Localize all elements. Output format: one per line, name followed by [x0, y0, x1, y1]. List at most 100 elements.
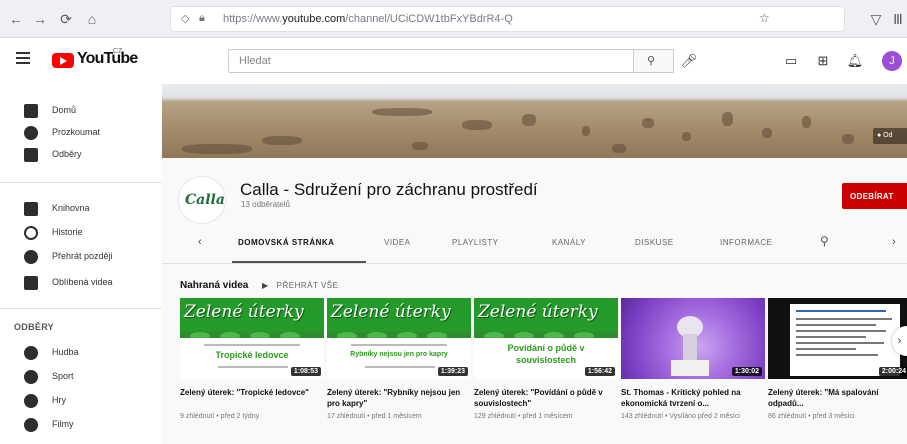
films-channel-icon — [24, 418, 38, 432]
uploads-section-title[interactable]: Nahraná videa — [180, 280, 248, 291]
tab-channels[interactable]: KANÁLY — [552, 238, 586, 247]
microphone-icon[interactable]: 🎤︎ — [680, 52, 698, 70]
video-title[interactable]: Zelený úterek: "Má spalování odpadů... — [768, 387, 907, 409]
subscribe-button[interactable]: ODEBÍRAT — [842, 183, 907, 209]
logo-region-label: CZ — [113, 48, 123, 55]
channel-avatar[interactable]: Calla — [178, 176, 226, 224]
games-channel-icon — [24, 394, 38, 408]
sidebar-item-label: Oblíbená videa — [52, 277, 113, 287]
bookmark-star-icon[interactable]: ☆ — [759, 11, 770, 25]
tabs-scroll-left-icon[interactable]: ‹ — [198, 236, 202, 248]
back-arrow-icon[interactable]: ← — [6, 9, 26, 29]
thumbs-up-icon — [24, 276, 38, 290]
youtube-header: YouTube CZ Hledat ⚲ 🎤︎ ▭ ⊞ 🔔︎ J — [0, 38, 907, 84]
lock-icon: 🔒︎ — [199, 12, 205, 24]
thumbnail-title: Zelené úterky — [184, 302, 304, 322]
sidebar-item-label: Hry — [52, 395, 66, 405]
play-icon: ▶ — [262, 281, 269, 290]
channel-search-icon[interactable]: ⚲ — [820, 234, 829, 248]
tab-videos[interactable]: VIDEA — [384, 238, 411, 247]
video-title[interactable]: Zelený úterek: "Povídání o půdě v souvis… — [474, 387, 616, 409]
subscriber-count: 13 odběratelů — [241, 200, 290, 209]
sidebar-item-label: Knihovna — [52, 203, 90, 213]
video-title[interactable]: St. Thomas - Kritický pohled na ekonomic… — [621, 387, 763, 409]
url-text: https://www.youtube.com/channel/UCiCDW1t… — [223, 13, 513, 25]
video-thumbnail[interactable]: Zelené úterky Povídání o půdě v souvislo… — [474, 298, 618, 379]
play-all-button[interactable]: ▶ PŘEHRÁT VŠE — [262, 281, 338, 290]
library-icon — [24, 202, 38, 216]
thumbnail-title: Zelené úterky — [478, 302, 598, 322]
play-all-label: PŘEHRÁT VŠE — [276, 281, 339, 290]
thumbnail-subtitle: Rybníky nejsou jen pro kapry — [350, 351, 448, 358]
sidebar-item-label: Hudba — [52, 347, 79, 357]
tab-about[interactable]: INFORMACE — [720, 238, 773, 247]
sidebar-item-watch-later[interactable]: Přehrát později — [0, 244, 162, 272]
banner-link-button[interactable]: ● Od — [873, 128, 907, 144]
browser-toolbar: ← → ⟳ ⌂ ◇ 🔒︎ https://www.youtube.com/cha… — [0, 0, 907, 38]
address-bar[interactable]: ◇ 🔒︎ https://www.youtube.com/channel/UCi… — [170, 6, 845, 32]
home-icon[interactable]: ⌂ — [82, 9, 102, 29]
sidebar-item-liked-videos[interactable]: Oblíbená videa — [0, 270, 162, 298]
video-duration: 1:08:53 — [290, 367, 321, 376]
history-icon — [24, 226, 38, 240]
channel-logo-text: Calla — [185, 192, 225, 208]
thumbnail-subtitle: Tropické ledovce — [215, 350, 289, 360]
sidebar-item-label: Prozkoumat — [52, 127, 101, 137]
tab-playlists[interactable]: PLAYLISTY — [452, 238, 499, 247]
tabs-scroll-right-icon[interactable]: › — [892, 236, 896, 248]
video-meta: 9 zhlédnutí • před 2 týdny — [180, 413, 260, 420]
notifications-bell-icon[interactable]: 🔔︎ — [846, 52, 864, 70]
subscriptions-heading: ODBĚRY — [14, 322, 54, 332]
video-duration: 1:39:23 — [437, 367, 468, 376]
reload-icon[interactable]: ⟳ — [56, 9, 76, 29]
sport-channel-icon — [24, 370, 38, 384]
video-thumbnail[interactable]: Zelené úterky Rybníky nejsou jen pro kap… — [327, 298, 471, 379]
video-duration: 1:30:02 — [731, 367, 762, 376]
thumbnail-title: Zelené úterky — [331, 302, 451, 322]
hamburger-menu-icon[interactable] — [16, 52, 30, 64]
channel-banner — [162, 84, 907, 158]
avatar[interactable]: J — [882, 51, 902, 71]
youtube-logo-icon[interactable] — [52, 53, 74, 68]
video-thumbnail[interactable]: 2:00:24 — [768, 298, 907, 379]
video-duration: 1:56:42 — [584, 367, 615, 376]
tab-home[interactable]: DOMOVSKÁ STRÁNKA — [238, 238, 334, 247]
search-input[interactable]: Hledat — [228, 49, 634, 73]
music-channel-icon — [24, 346, 38, 360]
sidebar-divider — [0, 308, 162, 309]
tab-discussion[interactable]: DISKUSE — [635, 238, 674, 247]
video-meta: 129 zhlédnutí • před 1 měsícem — [474, 413, 573, 420]
pocket-icon[interactable]: ▽ — [866, 9, 886, 29]
home-icon — [24, 104, 38, 118]
sidebar-item-label: Sport — [52, 371, 74, 381]
video-thumbnail[interactable]: 1:30:02 — [621, 298, 765, 379]
sidebar-item-label: Historie — [52, 227, 83, 237]
sidebar-item-subscriptions[interactable]: Odběry — [0, 142, 162, 170]
search-button[interactable]: ⚲ — [634, 49, 674, 73]
sidebar: Domů Prozkoumat Odběry Knihovna Historie… — [0, 84, 162, 444]
video-title[interactable]: Zelený úterek: "Rybníky nejsou jen pro k… — [327, 387, 469, 409]
create-video-icon[interactable]: ▭ — [782, 52, 800, 70]
video-title[interactable]: Zelený úterek: "Tropické ledovce" — [180, 387, 322, 398]
sidebar-item-films[interactable]: Filmy — [0, 412, 162, 440]
channel-header — [162, 158, 907, 264]
video-meta: 17 zhlédnutí • před 1 měsícem — [327, 413, 422, 420]
channel-name: Calla - Sdružení pro záchranu prostředí — [240, 180, 538, 199]
apps-grid-icon[interactable]: ⊞ — [814, 52, 832, 70]
video-thumbnail[interactable]: Zelené úterky Tropické ledovce 1:08:53 — [180, 298, 324, 379]
search-icon: ⚲ — [647, 55, 656, 67]
video-duration: 2:00:24 — [878, 367, 907, 376]
video-meta: 143 zhlédnutí • Vysíláno před 2 měsíci — [621, 413, 740, 420]
thumbnail-subtitle: Povídání o půdě v souvislostech — [507, 343, 585, 365]
sidebar-divider — [0, 182, 162, 183]
compass-icon — [24, 126, 38, 140]
library-icon[interactable]: Ⅲ — [888, 9, 907, 29]
sidebar-item-label: Domů — [52, 105, 77, 115]
sidebar-item-label: Filmy — [52, 419, 74, 429]
subscriptions-icon — [24, 148, 38, 162]
sidebar-item-label: Přehrát později — [52, 251, 113, 261]
shield-icon: ◇ — [181, 13, 190, 25]
sidebar-item-label: Odběry — [52, 149, 82, 159]
youtube-logo-text[interactable]: YouTube — [77, 50, 138, 68]
forward-arrow-icon[interactable]: → — [30, 9, 50, 29]
